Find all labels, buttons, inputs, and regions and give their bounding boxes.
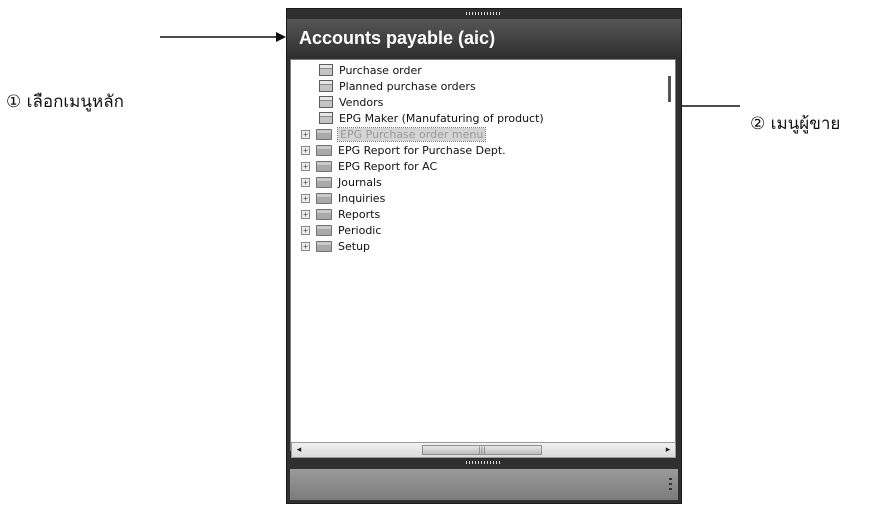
menu-item-planned-purchase-orders[interactable]: Planned purchase orders <box>319 78 476 94</box>
menu-item-epg-maker[interactable]: EPG Maker (Manufaturing of product) <box>319 110 544 126</box>
expand-plus-icon[interactable]: + <box>301 225 310 235</box>
folder-reports[interactable]: + Reports <box>301 206 380 222</box>
folder-icon <box>316 176 332 188</box>
expand-plus-icon[interactable]: + <box>301 161 310 171</box>
horizontal-scrollbar[interactable]: ◂ ||| ▸ <box>291 442 676 458</box>
navigation-pane: Accounts payable (aic) Purchase order Pl… <box>286 8 682 504</box>
more-options-icon[interactable] <box>669 478 672 492</box>
folder-icon <box>316 128 332 140</box>
menu-item-icon <box>319 112 333 124</box>
folder-epg-purchase-order-menu[interactable]: + EPG Purchase order menu <box>301 126 487 142</box>
folder-label: EPG Purchase order menu <box>336 126 487 142</box>
folder-label: Setup <box>338 239 371 253</box>
folder-epg-report-purchase-dept[interactable]: + EPG Report for Purchase Dept. <box>301 142 506 158</box>
folder-label: EPG Report for AC <box>338 159 438 173</box>
folder-icon <box>316 192 332 204</box>
folder-icon <box>316 240 332 252</box>
menu-tree: Purchase order Planned purchase orders V… <box>290 59 676 451</box>
menu-item-vendors[interactable]: Vendors <box>319 94 383 110</box>
horizontal-scroll-thumb[interactable]: ||| <box>422 445 542 455</box>
folder-icon <box>316 224 332 236</box>
scroll-left-icon[interactable]: ◂ <box>292 443 306 457</box>
expand-plus-icon[interactable]: + <box>301 241 310 251</box>
expand-plus-icon[interactable]: + <box>301 193 310 203</box>
expand-plus-icon[interactable]: + <box>301 145 310 155</box>
folder-icon <box>316 144 332 156</box>
arrow-to-header <box>160 32 286 42</box>
module-button-bar <box>290 469 678 500</box>
expand-plus-icon[interactable]: + <box>301 209 310 219</box>
expand-plus-icon[interactable]: + <box>301 129 310 139</box>
menu-item-label: Purchase order <box>339 63 422 77</box>
folder-label: Journals <box>338 175 382 189</box>
menu-item-purchase-order[interactable]: Purchase order <box>319 62 422 78</box>
folder-icon <box>316 208 332 220</box>
scroll-right-icon[interactable]: ▸ <box>661 443 675 457</box>
menu-item-label: Vendors <box>339 95 384 109</box>
annotation-step-2: ② เมนูผู้ขาย <box>750 114 841 134</box>
folder-setup[interactable]: + Setup <box>301 238 370 254</box>
menu-item-label: EPG Maker (Manufaturing of product) <box>339 111 544 125</box>
menu-item-icon <box>319 64 333 76</box>
expand-plus-icon[interactable]: + <box>301 177 310 187</box>
folder-epg-report-ac[interactable]: + EPG Report for AC <box>301 158 437 174</box>
folder-journals[interactable]: + Journals <box>301 174 382 190</box>
folder-periodic[interactable]: + Periodic <box>301 222 381 238</box>
module-header[interactable]: Accounts payable (aic) <box>287 19 681 57</box>
folder-icon <box>316 160 332 172</box>
folder-label: EPG Report for Purchase Dept. <box>338 143 506 157</box>
menu-item-icon <box>319 80 333 92</box>
folder-label: Periodic <box>338 223 382 237</box>
bottom-grip-handle[interactable] <box>466 461 502 464</box>
vertical-scroll-thumb[interactable] <box>668 76 671 102</box>
folder-inquiries[interactable]: + Inquiries <box>301 190 385 206</box>
top-grip-handle[interactable] <box>466 12 502 15</box>
folder-label: Reports <box>338 207 381 221</box>
menu-item-label: Planned purchase orders <box>339 79 476 93</box>
folder-label: Inquiries <box>338 191 386 205</box>
annotation-step-1: ① เลือกเมนูหลัก <box>6 92 124 112</box>
menu-item-icon <box>319 96 333 108</box>
